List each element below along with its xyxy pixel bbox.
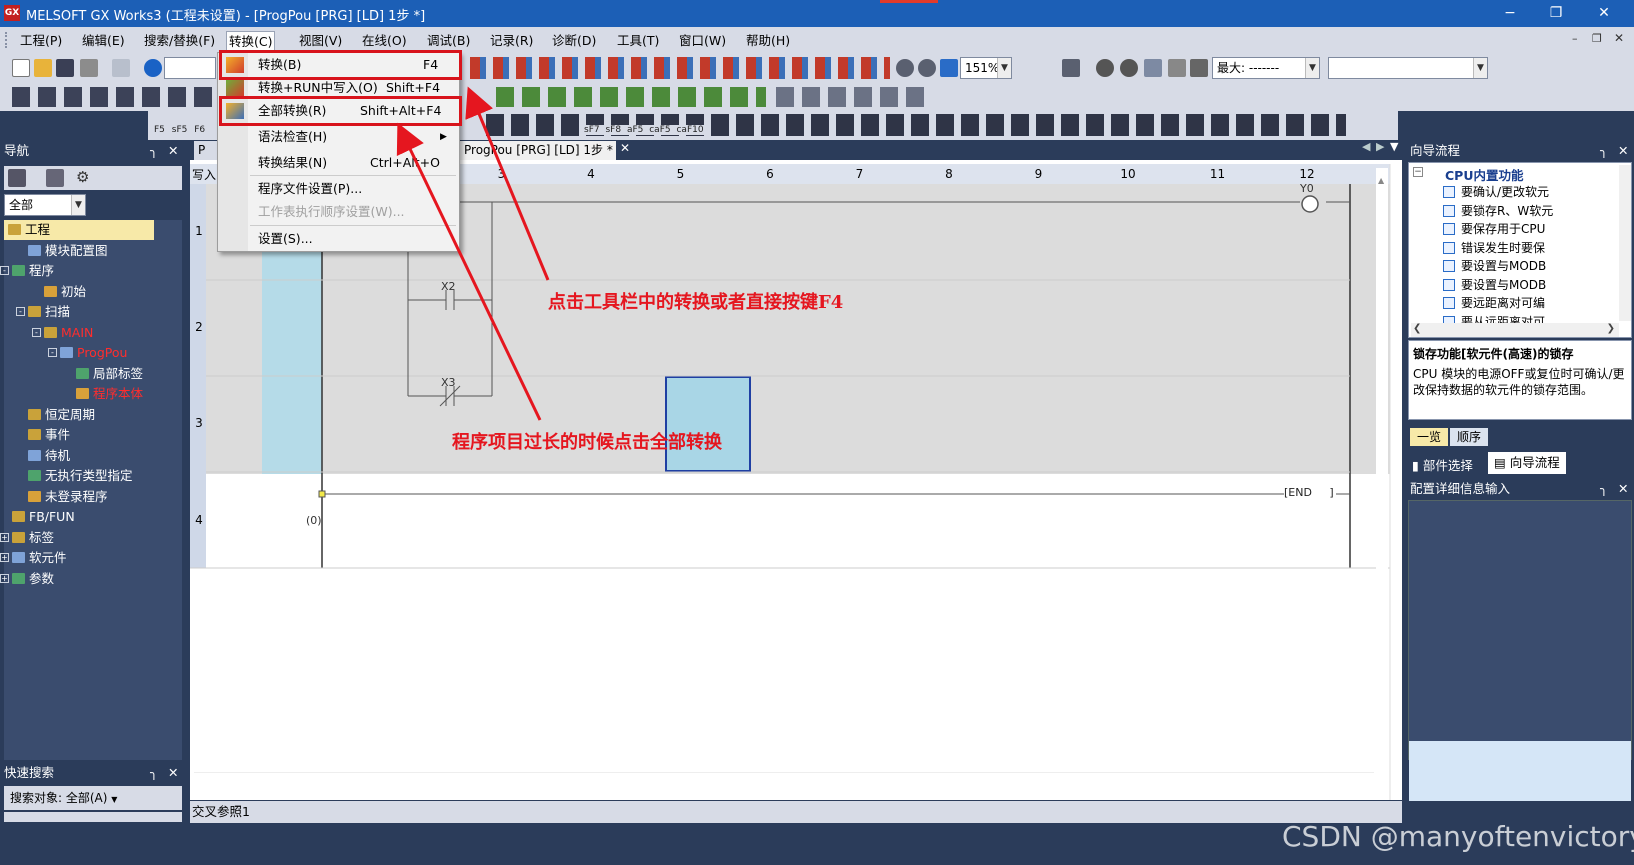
annotation-arrows [396,86,550,421]
annotation-convert-all: 程序项目过长的时候点击全部转换 [452,432,722,453]
annotation-convert: 点击工具栏中的转换或者直接按键F4 [548,292,844,313]
watermark: CSDN @manyoftenvictory [1282,820,1634,853]
